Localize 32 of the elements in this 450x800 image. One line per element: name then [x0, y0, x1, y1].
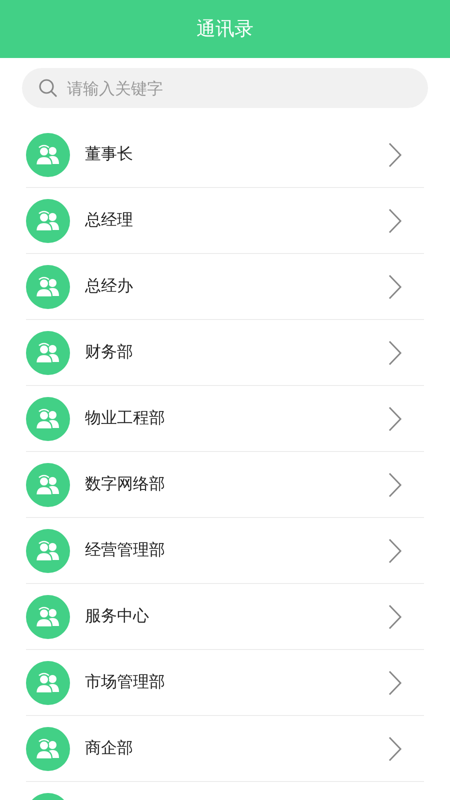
department-name: 数字网络部	[85, 474, 166, 495]
department-item[interactable]: 总经理	[26, 188, 424, 254]
department-item[interactable]: 财务部	[26, 320, 424, 386]
department-item[interactable]: 董事长	[26, 122, 424, 188]
department-item[interactable]: 数字网络部	[26, 452, 424, 518]
chevron-right-icon	[388, 736, 402, 762]
chevron-right-icon	[388, 472, 402, 498]
department-item[interactable]: 总经办	[26, 254, 424, 320]
chevron-right-icon	[388, 274, 402, 300]
page-title: 通讯录	[196, 17, 254, 42]
chevron-right-icon	[388, 604, 402, 630]
chevron-right-icon	[388, 670, 402, 696]
department-item[interactable]: 服务中心	[26, 584, 424, 650]
department-item[interactable]: 商企部	[26, 716, 424, 782]
department-item[interactable]: 市场管理部	[26, 650, 424, 716]
department-name: 商企部	[85, 738, 134, 759]
chevron-right-icon	[388, 208, 402, 234]
department-name: 市场管理部	[85, 672, 166, 693]
department-name: 总经理	[85, 210, 134, 231]
department-name: 经营管理部	[85, 540, 166, 561]
department-name: 董事长	[85, 144, 134, 165]
department-name: 服务中心	[85, 606, 150, 627]
chevron-right-icon	[388, 142, 402, 168]
department-name: 总经办	[85, 276, 134, 297]
department-name: 财务部	[85, 342, 134, 363]
department-name: 物业工程部	[85, 408, 166, 429]
department-item[interactable]: 经营管理部	[26, 518, 424, 584]
chevron-right-icon	[388, 340, 402, 366]
chevron-right-icon	[388, 406, 402, 432]
search-field[interactable]: 请输入关键字	[22, 68, 428, 108]
department-item[interactable]: 物业工程部	[26, 386, 424, 452]
chevron-right-icon	[388, 538, 402, 564]
